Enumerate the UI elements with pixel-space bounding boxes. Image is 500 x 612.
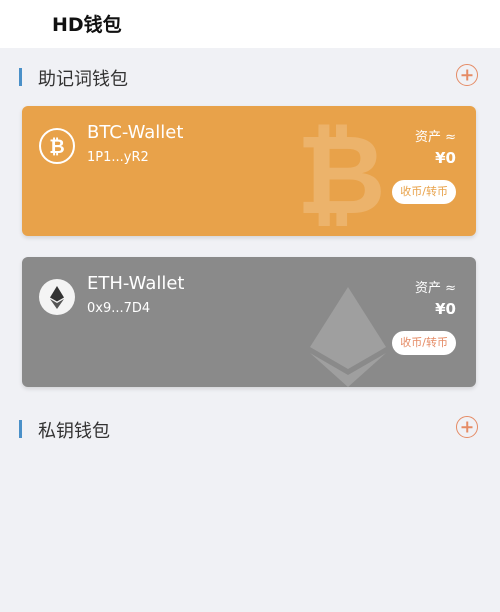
bitcoin-icon: ₿ bbox=[39, 128, 75, 164]
page-title: HD钱包 bbox=[52, 14, 122, 36]
wallet-address: 0x9...7D4 bbox=[87, 301, 151, 316]
asset-label: 资产 ≈ bbox=[414, 281, 456, 296]
add-private-key-wallet-button[interactable] bbox=[456, 416, 478, 438]
asset-label: 资产 ≈ bbox=[414, 130, 456, 145]
wallet-address: 1P1...yR2 bbox=[87, 150, 149, 165]
wallet-name: BTC-Wallet bbox=[87, 122, 184, 143]
svg-text:₿: ₿ bbox=[296, 118, 386, 228]
bitcoin-watermark-icon: ₿ bbox=[296, 118, 386, 228]
ethereum-watermark-icon bbox=[310, 287, 386, 387]
receive-transfer-button[interactable]: 收币/转币 bbox=[392, 331, 456, 355]
section-accent-bar bbox=[19, 68, 22, 86]
section-header-mnemonic: 助记词钱包 bbox=[0, 62, 500, 92]
section-header-private-key: 私钥钱包 bbox=[0, 414, 500, 444]
section-title-private-key: 私钥钱包 bbox=[38, 421, 110, 442]
top-bar: HD钱包 bbox=[0, 0, 500, 48]
add-mnemonic-wallet-button[interactable] bbox=[456, 64, 478, 86]
wallet-balance: ¥0 bbox=[435, 149, 456, 167]
wallet-card-eth[interactable]: ETH-Wallet 0x9...7D4 资产 ≈ ¥0 收币/转币 bbox=[22, 257, 476, 387]
receive-transfer-button[interactable]: 收币/转币 bbox=[392, 180, 456, 204]
section-accent-bar bbox=[19, 420, 22, 438]
svg-text:₿: ₿ bbox=[49, 136, 64, 158]
wallet-balance: ¥0 bbox=[435, 300, 456, 318]
ethereum-icon bbox=[39, 279, 75, 315]
section-title-mnemonic: 助记词钱包 bbox=[38, 69, 128, 90]
wallet-card-btc[interactable]: ₿ ₿ BTC-Wallet 1P1...yR2 资产 ≈ ¥0 收币/转币 bbox=[22, 106, 476, 236]
wallet-name: ETH-Wallet bbox=[87, 273, 185, 294]
